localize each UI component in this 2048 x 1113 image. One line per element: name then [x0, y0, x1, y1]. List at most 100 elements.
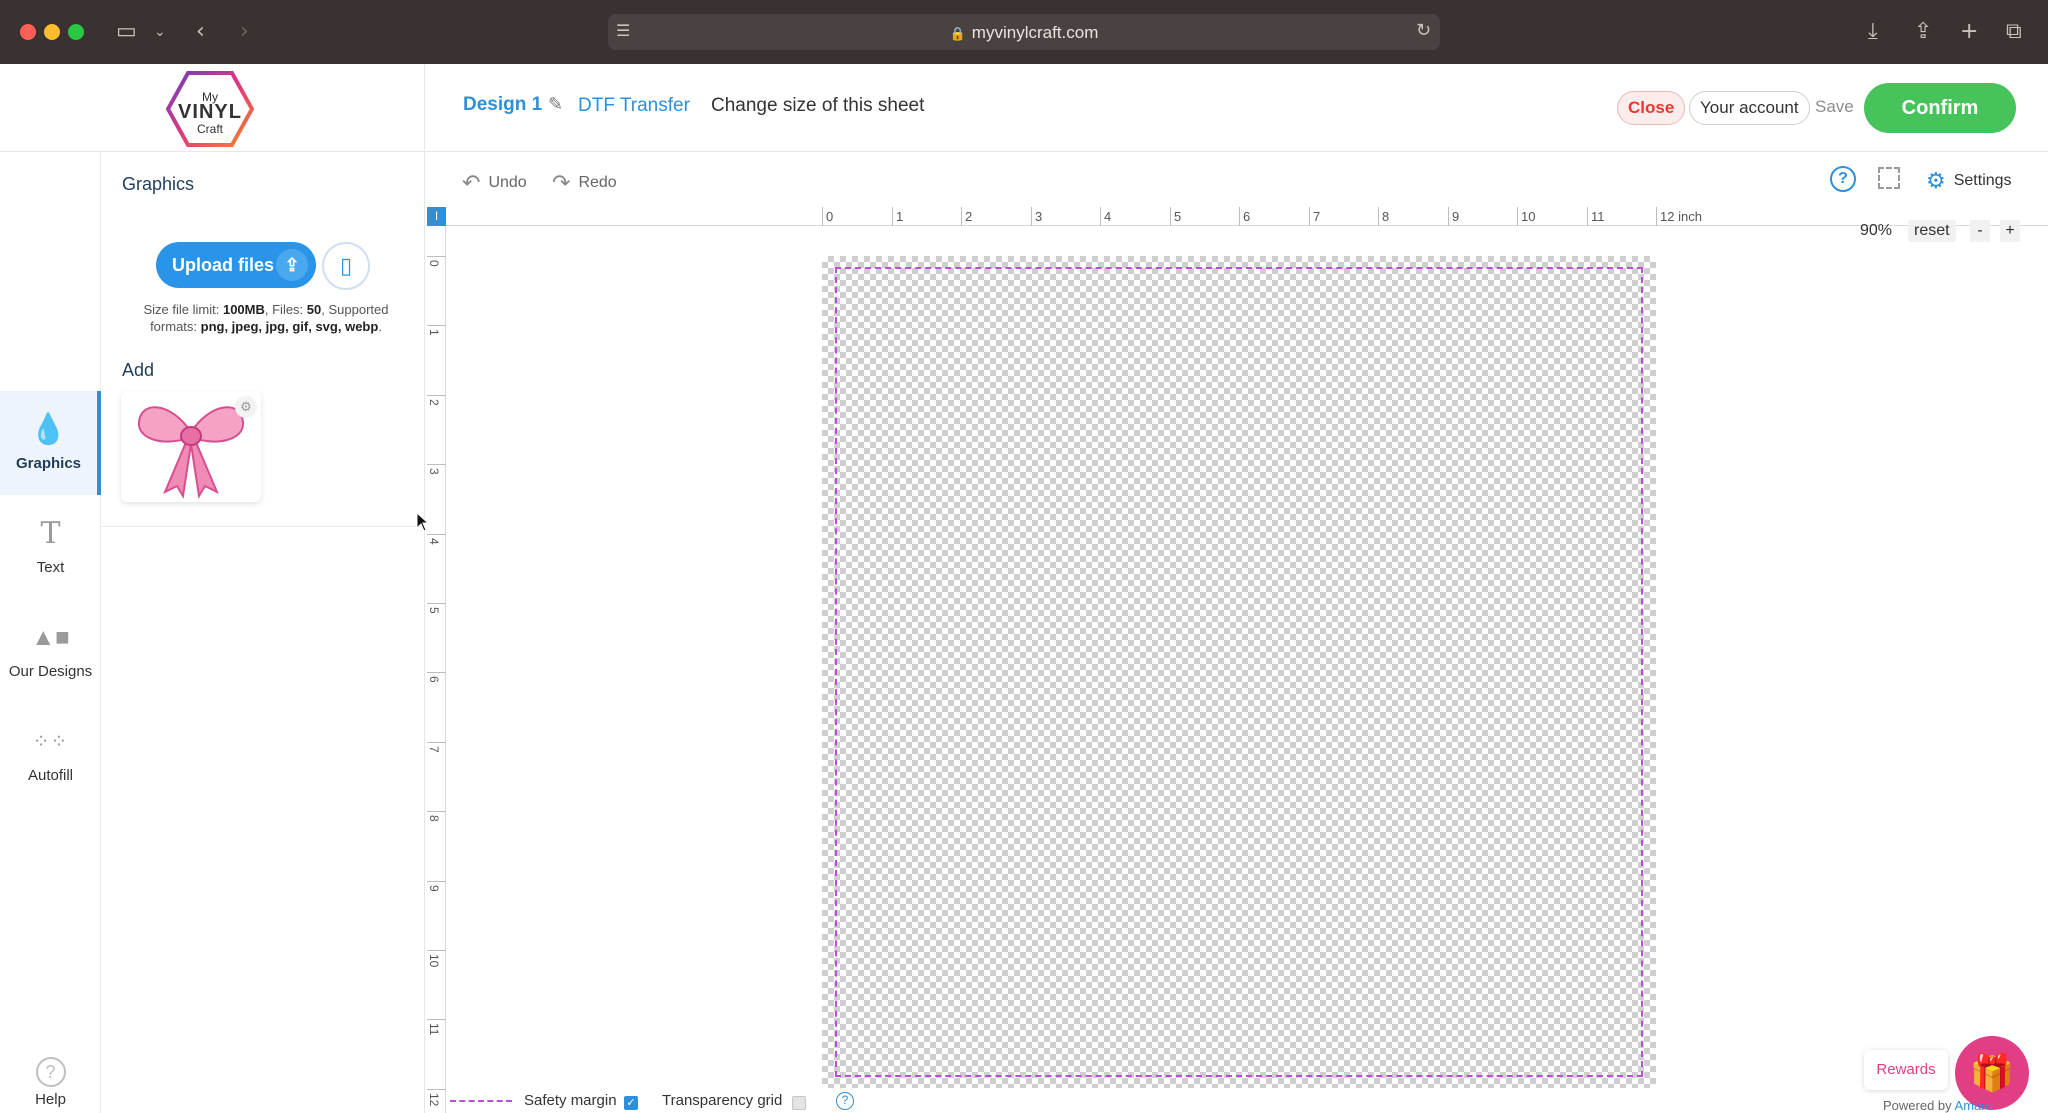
ruler-tick [427, 950, 446, 951]
redo-button[interactable]: ↷ Redo [552, 170, 617, 196]
text-icon: T [40, 516, 61, 551]
rail-item-label: Text [36, 559, 65, 576]
pencil-icon[interactable]: ✎ [548, 94, 563, 115]
rail-item-label: Our Designs [8, 663, 93, 680]
ruler-label: 5 [427, 607, 441, 614]
design-canvas[interactable] [822, 256, 1656, 1088]
ruler-corner[interactable]: I [427, 207, 446, 226]
window-minimize-button[interactable] [44, 24, 60, 40]
supported-formats: png, jpeg, jpg, gif, svg, webp [200, 319, 379, 334]
ruler-tick [427, 603, 446, 604]
ruler-tick [1587, 207, 1588, 226]
ruler-label: 12 inch [1660, 209, 1702, 224]
phone-upload-button[interactable]: ▯ [322, 242, 370, 290]
product-name[interactable]: DTF Transfer [578, 95, 690, 117]
help-button[interactable]: ? Help [0, 1057, 101, 1108]
gear-icon[interactable]: ⚙ [235, 396, 257, 418]
upload-files-button[interactable]: Upload files ⇪ [156, 242, 316, 288]
ruler-tick [427, 881, 446, 882]
transparency-grid-checkbox[interactable] [792, 1096, 806, 1110]
reload-icon[interactable]: ↻ [1416, 17, 1431, 45]
ruler-tick [427, 811, 446, 812]
forward-icon[interactable]: › [240, 18, 249, 46]
safety-margin-legend [450, 1100, 512, 1102]
editor-toolbar: ↶ Undo ↷ Redo ? ⚙ Settings [426, 152, 2048, 208]
ruler-tick [427, 1019, 446, 1020]
ruler-label: 0 [427, 260, 441, 267]
powered-by: Powered by Amaro [1883, 1098, 1993, 1113]
ruler-label: 3 [1035, 209, 1043, 224]
account-button[interactable]: Your account [1689, 91, 1810, 125]
rail-item-label: Graphics [15, 455, 82, 472]
settings-button[interactable]: ⚙ Settings [1926, 168, 2012, 194]
zoom-out-button[interactable]: - [1970, 220, 1990, 242]
ruler-label: 7 [1313, 209, 1321, 224]
zoom-in-button[interactable]: + [2000, 220, 2020, 242]
file-info-text: Size file limit: [143, 302, 223, 317]
window-close-button[interactable] [20, 24, 36, 40]
upload-icon: ⇪ [276, 249, 308, 281]
ruler-label: 2 [427, 399, 441, 406]
file-info-text: , Files: [264, 302, 307, 317]
share-icon[interactable]: ⇪ [1914, 18, 1932, 46]
save-button[interactable]: Save [1815, 97, 1854, 117]
tool-rail: 💧 Graphics T Text ▲■ Our Designs ⁘⁘ Auto… [0, 152, 101, 1113]
rail-item-graphics[interactable]: 💧 Graphics [0, 391, 101, 495]
address-bar[interactable]: ☰ 🔒 myvinylcraft.com ↻ [608, 14, 1440, 50]
download-icon[interactable]: ⤓ [1868, 18, 1878, 46]
ruler-tick [427, 672, 446, 673]
new-tab-icon[interactable]: + [1960, 18, 1978, 46]
transparency-grid-label: Transparency grid [662, 1092, 783, 1109]
fullscreen-icon[interactable] [1878, 167, 1900, 189]
change-size-link[interactable]: Change size of this sheet [711, 95, 924, 117]
undo-icon: ↶ [462, 170, 481, 195]
app-header: My VINYL Craft Design 1 ✎ DTF Transfer C… [0, 64, 2048, 152]
sidebar-toggle-icon[interactable]: ▭ [116, 18, 137, 46]
ruler-label: 12 [427, 1093, 441, 1107]
uploaded-graphic-thumbnail[interactable]: ⚙ [121, 392, 261, 502]
ruler-label: 1 [896, 209, 904, 224]
powered-by-text: Powered by [1883, 1098, 1955, 1113]
rail-item-label: Autofill [27, 767, 74, 784]
settings-label: Settings [1953, 172, 2012, 189]
logo-text: Craft [196, 122, 223, 136]
file-limits-info: Size file limit: 100MB, Files: 50, Suppo… [121, 301, 411, 335]
shapes-icon: ▲■ [31, 624, 70, 651]
canvas-options-bar: Safety margin ✓ Transparency grid ? [446, 1090, 1446, 1113]
window-zoom-button[interactable] [68, 24, 84, 40]
rewards-button[interactable]: Rewards [1864, 1050, 1948, 1090]
ruler-label: 11 [1591, 209, 1605, 224]
ruler-tick [1378, 207, 1379, 226]
ruler-label: 8 [427, 815, 441, 822]
ruler-tick [1448, 207, 1449, 226]
zoom-reset-button[interactable]: reset [1908, 220, 1956, 242]
ruler-tick [1656, 207, 1657, 226]
logo[interactable]: My VINYL Craft [165, 70, 255, 148]
chevron-down-icon[interactable]: ⌄ [154, 18, 166, 46]
ruler-corner-label: I [434, 209, 439, 223]
ruler-label: 8 [1382, 209, 1390, 224]
safety-margin-checkbox[interactable]: ✓ [624, 1096, 638, 1110]
ruler-tick [1170, 207, 1171, 226]
safety-margin-label: Safety margin [524, 1092, 617, 1109]
design-name[interactable]: Design 1 [463, 94, 542, 116]
question-icon[interactable]: ? [836, 1092, 854, 1110]
powered-by-brand[interactable]: Amaro [1955, 1098, 1993, 1113]
confirm-button[interactable]: Confirm [1864, 83, 2016, 133]
undo-label: Undo [488, 174, 527, 191]
ruler-tick [427, 325, 446, 326]
ruler-label: 0 [826, 209, 834, 224]
help-icon[interactable]: ? [1830, 166, 1856, 192]
rail-item-text[interactable]: T Text [0, 495, 101, 599]
panel-title: Graphics [122, 174, 195, 194]
rail-item-our-designs[interactable]: ▲■ Our Designs [0, 599, 101, 703]
upload-label: Upload files [172, 255, 275, 275]
question-icon: ? [35, 1057, 66, 1087]
tabs-overview-icon[interactable]: ⧉ [2006, 18, 2022, 46]
close-button[interactable]: Close [1617, 91, 1686, 125]
undo-button[interactable]: ↶ Undo [462, 170, 527, 196]
ruler-tick [1100, 207, 1101, 226]
back-icon[interactable]: ‹ [196, 18, 205, 46]
logo-text: VINYL [178, 101, 242, 123]
rail-item-autofill[interactable]: ⁘⁘ Autofill [0, 703, 101, 807]
